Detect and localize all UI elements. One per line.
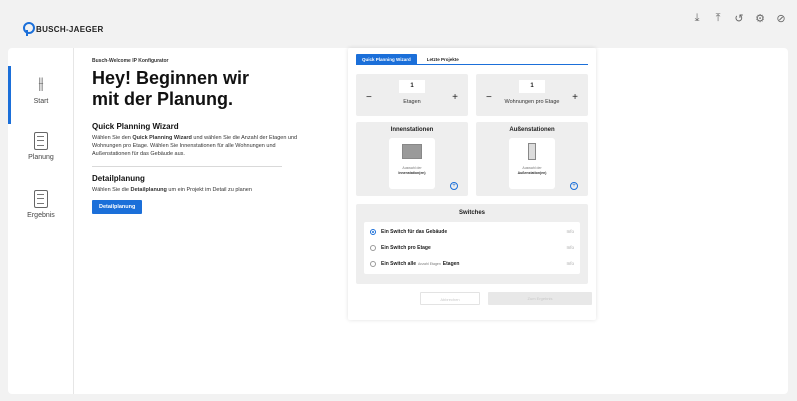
sidebar: ⫲ Start Planung Ergebnis [8,48,74,394]
sidebar-item-label: Ergebnis [27,212,55,219]
sidebar-item-planung[interactable]: Planung [8,124,74,182]
settings-icon[interactable]: ⚙ [754,12,766,25]
info-link[interactable]: Info [566,261,574,266]
toolbar-icons: ⤓ ⤒ ↺ ⚙ ⊘ [691,12,787,25]
page-title-line2: mit der Planung. [92,89,234,109]
app-window: BUSCH-JAEGER ⤓ ⤒ ↺ ⚙ ⊘ ⫲ Start Planung E… [0,0,797,401]
sidebar-item-start[interactable]: ⫲ Start [8,66,74,124]
floors-label: Etagen [403,99,421,105]
help-icon[interactable]: ⊘ [775,12,787,25]
wizard-section-text: Wählen Sie den Quick Planning Wizard und… [92,135,298,157]
add-outdoor-station-icon[interactable]: + [570,182,578,190]
intro-column: Busch-Welcome IP Konfigurator Hey! Begin… [92,58,302,214]
wizard-section-title: Quick Planning Wizard [92,122,179,131]
radio-button[interactable] [370,244,376,251]
indoor-stations-title: Innenstationen [390,127,434,133]
switches-options: Ein Switch für das Gebäude Info Ein Swit… [364,222,580,274]
document-icon [34,132,48,150]
page-title-line1: Hey! Beginnen wir [92,68,250,88]
top-bar: BUSCH-JAEGER ⤓ ⤒ ↺ ⚙ ⊘ [0,0,797,48]
sidebar-item-label: Start [33,98,49,105]
sidebar-item-label: Planung [28,154,54,161]
wizard-card: Quick Planning Wizard Letzte Projekte − … [348,48,596,320]
apartments-value[interactable]: 1 [519,80,545,93]
floors-stepper: − 1 + Etagen [356,74,468,116]
outdoor-station-tile[interactable]: Auswahl der Außenstation(en) [509,138,555,189]
to-result-button[interactable]: Zum Ergebnis [488,292,592,305]
radio-button[interactable] [370,260,376,267]
tile-caption: Innenstation(en) [398,171,426,175]
indoor-station-tile[interactable]: Auswahl der Innenstation(en) [389,138,435,189]
tile-subtitle: Auswahl der [522,166,542,170]
detail-section-text: Wählen Sie die Detailplanung um ein Proj… [92,187,252,193]
info-link[interactable]: Info [566,245,574,250]
switch-option-floor[interactable]: Ein Switch pro Etage Info [370,241,574,254]
main-panel: ⫲ Start Planung Ergebnis Busch-Welcome I… [8,48,788,394]
add-indoor-station-icon[interactable]: + [450,182,458,190]
apartments-label: Wohnungen pro Etage [504,99,560,105]
tile-subtitle: Auswahl der [402,166,422,170]
apartments-stepper: − 1 + Wohnungen pro Etage [476,74,588,116]
brand-name: BUSCH-JAEGER [36,24,104,34]
result-icon [34,190,48,208]
floors-value[interactable]: 1 [399,80,425,93]
tab-underline [356,64,588,65]
indoor-stations-box: Innenstationen Auswahl der Innenstation(… [356,122,468,196]
switch-option-building[interactable]: Ein Switch für das Gebäude Info [370,225,574,238]
app-kicker: Busch-Welcome IP Konfigurator [92,58,169,64]
switches-title: Switches [458,210,485,216]
cancel-button[interactable]: Abbrechen [420,292,480,305]
download-icon[interactable]: ⤓ [691,12,703,25]
outdoor-station-icon [528,143,536,160]
tile-caption: Außenstation(en) [517,171,547,175]
sliders-icon: ⫲ [38,75,44,92]
undo-icon[interactable]: ↺ [733,12,745,25]
sidebar-item-ergebnis[interactable]: Ergebnis [8,182,74,240]
outdoor-stations-title: Außenstationen [509,127,555,133]
radio-button[interactable] [370,228,376,235]
brand-logo: BUSCH-JAEGER [22,22,104,36]
page-title: Hey! Beginnen wir mit der Planung. [92,68,302,110]
indoor-station-icon [402,144,422,159]
detail-section-title: Detailplanung [92,174,145,183]
outdoor-stations-box: Außenstationen Auswahl der Außenstation(… [476,122,588,196]
switches-box: Switches Ein Switch für das Gebäude Info… [356,204,588,284]
detailplanung-button[interactable]: Detailplanung [92,200,143,214]
info-link[interactable]: Info [566,229,574,234]
divider [92,166,282,167]
logo-icon [22,22,35,36]
upload-icon[interactable]: ⤒ [712,12,724,25]
switch-option-every-n-floors[interactable]: Ein Switch alle Anzahl Etagen Etagen Inf… [370,257,574,270]
